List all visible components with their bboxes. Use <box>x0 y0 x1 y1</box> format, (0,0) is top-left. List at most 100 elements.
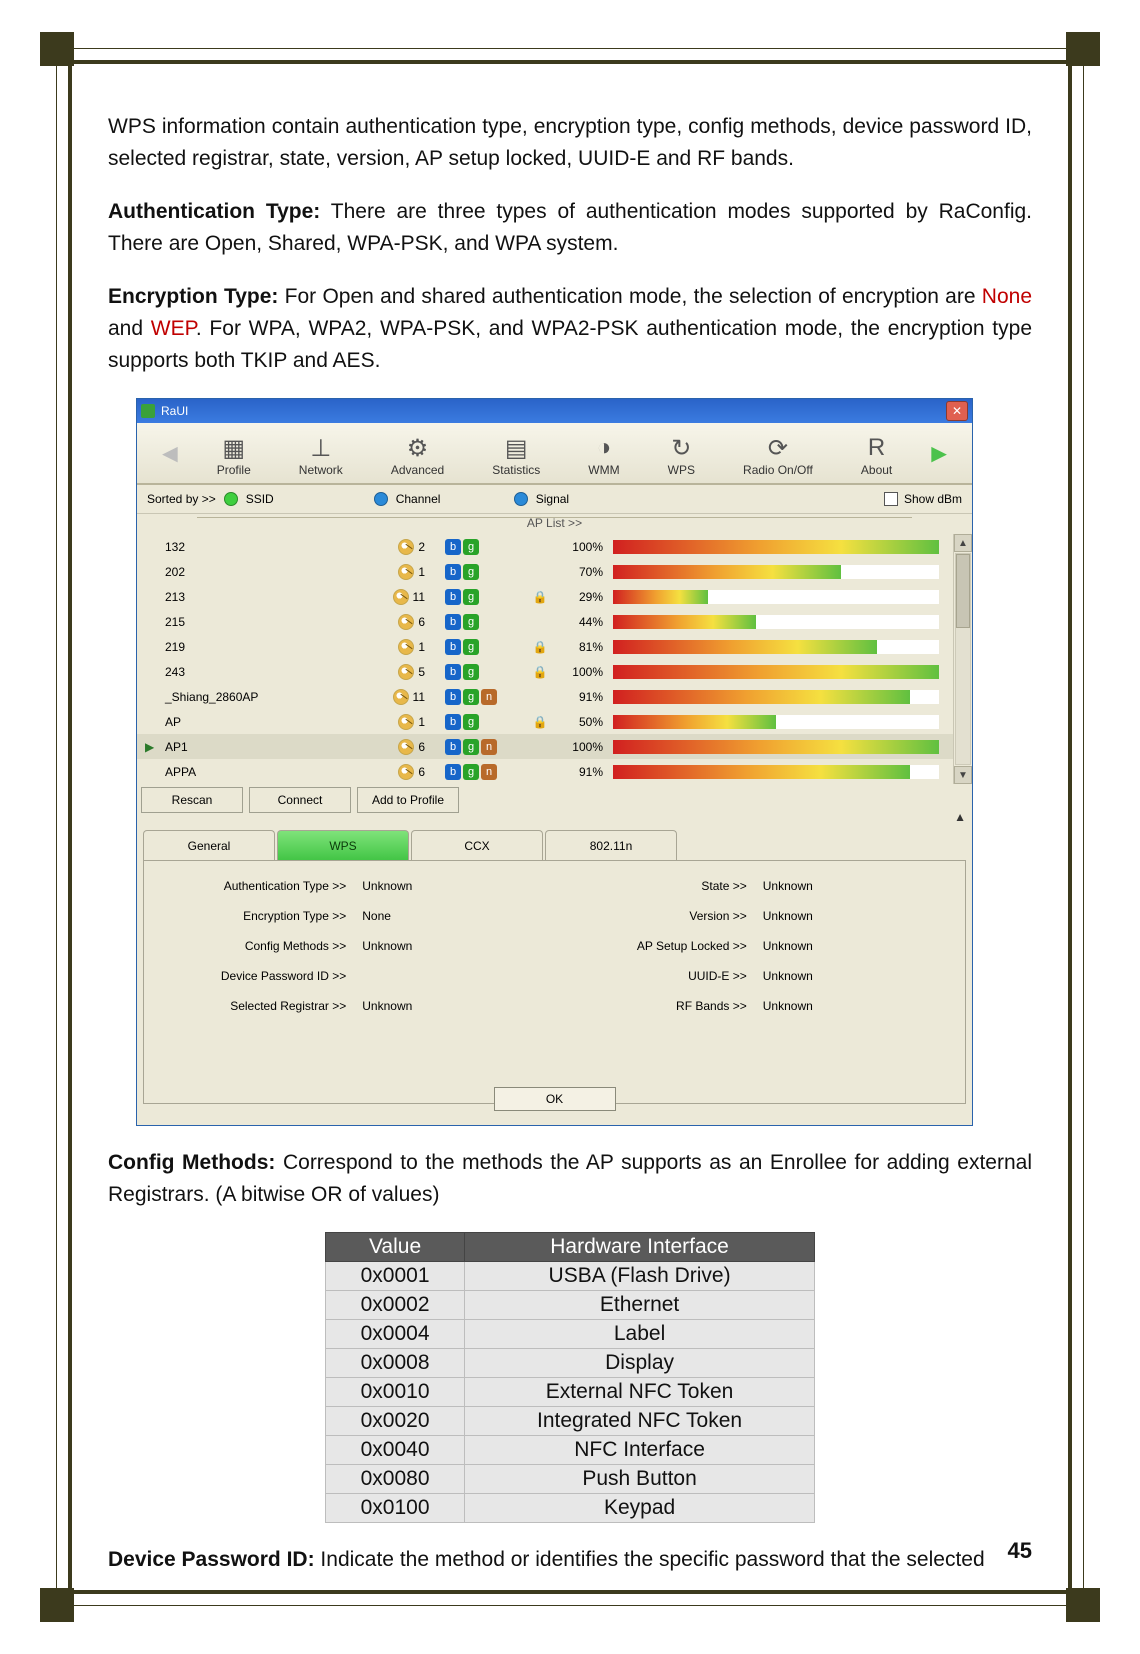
ap-row[interactable]: 2435bg🔒100% <box>137 659 953 684</box>
ap-signal-bar <box>613 740 939 754</box>
titlebar[interactable]: RaUI ✕ <box>137 399 972 423</box>
ap-list[interactable]: 1322bg100%2021bg70%21311bg🔒29%2156bg44%2… <box>137 534 953 784</box>
mode-b-icon: b <box>445 614 461 630</box>
table-row: 0x0002Ethernet <box>326 1291 815 1320</box>
add-to-profile-button[interactable]: Add to Profile <box>357 787 459 813</box>
label-encryption-type: Encryption Type: <box>108 285 278 308</box>
scroll-thumb[interactable] <box>956 554 970 628</box>
ap-ssid: 215 <box>159 615 365 629</box>
table-row: 0x0040NFC Interface <box>326 1436 815 1465</box>
nav-next-icon[interactable]: ► <box>916 438 962 469</box>
cm-value: 0x0001 <box>326 1262 465 1291</box>
ap-row[interactable]: APPA6bgn91% <box>137 759 953 784</box>
paragraph-device-password-id: Device Password ID: Indicate the method … <box>108 1544 1032 1576</box>
toolbar-profile[interactable]: ▦Profile <box>217 435 251 477</box>
rescan-button[interactable]: Rescan <box>141 787 243 813</box>
cm-interface: Integrated NFC Token <box>465 1407 815 1436</box>
ap-modes: bgn <box>425 739 525 755</box>
wps-field: Authentication Type >>Unknown <box>154 879 555 909</box>
connect-button[interactable]: Connect <box>249 787 351 813</box>
ap-row[interactable]: 2156bg44% <box>137 609 953 634</box>
ap-signal-pct: 29% <box>555 590 613 604</box>
scroll-up-icon[interactable]: ▲ <box>954 534 972 552</box>
nav-prev-icon[interactable]: ◄ <box>147 438 193 469</box>
cm-interface: Ethernet <box>465 1291 815 1320</box>
ap-row[interactable]: 1322bg100% <box>137 534 953 559</box>
ap-modes: bg <box>425 589 525 605</box>
sort-ssid-label[interactable]: SSID <box>246 492 366 506</box>
mode-b-icon: b <box>445 639 461 655</box>
toolbar-advanced[interactable]: ⚙Advanced <box>391 435 444 477</box>
ok-button[interactable]: OK <box>494 1087 616 1111</box>
ap-channel: 6 <box>365 614 425 630</box>
text-enc-pre: For Open and shared authentication mode,… <box>278 285 981 308</box>
toolbar-about[interactable]: RAbout <box>861 435 892 477</box>
ap-signal-pct: 100% <box>555 540 613 554</box>
tab-80211n[interactable]: 802.11n <box>545 830 677 860</box>
scroll-down-icon[interactable]: ▼ <box>954 766 972 784</box>
close-button[interactable]: ✕ <box>946 401 968 421</box>
cm-header-interface: Hardware Interface <box>465 1233 815 1262</box>
ap-signal-bar <box>613 590 939 604</box>
table-row: 0x0001USBA (Flash Drive) <box>326 1262 815 1291</box>
ap-row[interactable]: ▶AP16bgn100% <box>137 734 953 759</box>
sort-signal-dot-icon[interactable] <box>514 492 528 506</box>
ap-row[interactable]: 2021bg70% <box>137 559 953 584</box>
ap-channel: 5 <box>365 664 425 680</box>
table-row: 0x0010External NFC Token <box>326 1378 815 1407</box>
toolbar-statistics[interactable]: ▤Statistics <box>492 435 540 477</box>
show-dbm-toggle[interactable]: Show dBm <box>884 492 962 506</box>
cm-header-value: Value <box>326 1233 465 1262</box>
ap-modes: bg <box>425 564 525 580</box>
sort-channel-label[interactable]: Channel <box>396 492 506 506</box>
ap-row[interactable]: _Shiang_2860AP11bgn91% <box>137 684 953 709</box>
ap-signal-pct: 91% <box>555 765 613 779</box>
wps-field-value: Unknown <box>354 939 554 969</box>
sort-ssid-dot-icon[interactable] <box>224 492 238 506</box>
ap-channel: 1 <box>365 714 425 730</box>
fieldset-line <box>197 517 912 518</box>
window-title: RaUI <box>161 404 188 418</box>
wps-panel: Authentication Type >>UnknownEncryption … <box>143 860 966 1104</box>
mode-g-icon: g <box>463 589 479 605</box>
cm-value: 0x0040 <box>326 1436 465 1465</box>
ap-ssid: 202 <box>159 565 365 579</box>
mode-g-icon: g <box>463 739 479 755</box>
toolbar-wps[interactable]: ↻WPS <box>668 435 695 477</box>
table-row: 0x0100Keypad <box>326 1494 815 1523</box>
mode-b-icon: b <box>445 764 461 780</box>
ap-row[interactable]: 2191bg🔒81% <box>137 634 953 659</box>
mode-g-icon: g <box>463 639 479 655</box>
toolbar-radio-on-off[interactable]: ⟳Radio On/Off <box>743 435 813 477</box>
ap-ssid: AP1 <box>159 740 365 754</box>
toolbar-label: Profile <box>217 463 251 477</box>
sorted-by-label: Sorted by >> <box>147 492 216 506</box>
ap-modes: bg <box>425 714 525 730</box>
toolbar-network[interactable]: ⊥Network <box>299 435 343 477</box>
wps-field: State >>Unknown <box>555 879 956 909</box>
ap-row[interactable]: AP1bg🔒50% <box>137 709 953 734</box>
sort-signal-label[interactable]: Signal <box>536 492 569 506</box>
scroll-track[interactable] <box>955 553 971 765</box>
ap-modes: bg <box>425 664 525 680</box>
tab-general[interactable]: General <box>143 830 275 860</box>
toolbar-wmm[interactable]: ◑WMM <box>588 435 619 477</box>
toolbar-icon: ▤ <box>492 435 540 461</box>
table-row: 0x0020Integrated NFC Token <box>326 1407 815 1436</box>
ap-channel: 11 <box>365 589 425 605</box>
tab-ccx[interactable]: CCX <box>411 830 543 860</box>
show-dbm-checkbox[interactable] <box>884 492 898 506</box>
toolbar-label: About <box>861 463 892 477</box>
cm-interface: NFC Interface <box>465 1436 815 1465</box>
ap-signal-bar <box>613 640 939 654</box>
wps-field-label: Device Password ID >> <box>154 969 354 999</box>
paragraph-wps-info: WPS information contain authentication t… <box>108 111 1032 175</box>
tab-wps[interactable]: WPS <box>277 830 409 860</box>
ap-list-scrollbar[interactable]: ▲ ▼ <box>953 534 972 784</box>
cm-value: 0x0020 <box>326 1407 465 1436</box>
ap-row[interactable]: 21311bg🔒29% <box>137 584 953 609</box>
lock-icon: 🔒 <box>525 590 555 604</box>
sort-channel-dot-icon[interactable] <box>374 492 388 506</box>
cm-value: 0x0004 <box>326 1320 465 1349</box>
wps-field-label: State >> <box>555 879 755 909</box>
